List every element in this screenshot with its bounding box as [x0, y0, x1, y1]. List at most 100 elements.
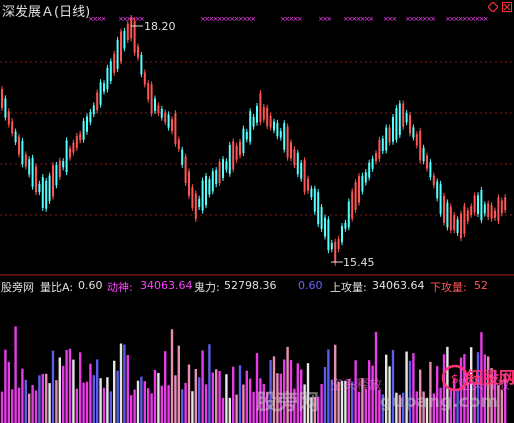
ghost-label: 鬼力: — [194, 281, 220, 294]
candle-body — [225, 161, 228, 170]
candle-body — [327, 219, 330, 251]
candle-body — [201, 180, 204, 211]
volume-bar — [65, 350, 68, 423]
candle-body — [205, 176, 207, 206]
volume-bar — [235, 394, 238, 423]
candle-body — [381, 138, 384, 152]
candle-body — [436, 181, 439, 199]
candle-body — [147, 83, 150, 100]
site-label: 股旁网 — [1, 281, 34, 294]
candle-body — [21, 140, 24, 165]
candle-body — [320, 207, 323, 229]
volume-bar — [150, 393, 153, 423]
candle-body — [160, 108, 163, 118]
volume-bar — [201, 350, 204, 423]
signal-mark: × — [326, 15, 332, 23]
candle-body — [177, 139, 180, 149]
chart-canvas[interactable]: ×××× ×××××× ××××××××××××× ××××× ××× ××××××× ××… — [0, 0, 514, 423]
volume-bar — [21, 368, 24, 423]
candle-body — [245, 131, 248, 140]
signal-mark: × — [297, 15, 303, 23]
volume-bar — [4, 349, 7, 423]
candle-body — [31, 157, 34, 187]
volume-bar — [198, 377, 201, 423]
volume-bar — [116, 370, 119, 423]
candle-body — [194, 193, 197, 219]
candle-body — [242, 128, 245, 153]
volume-bar — [191, 391, 194, 423]
candle-body — [494, 210, 496, 218]
volume-bar — [405, 351, 408, 423]
volume-bar — [28, 393, 31, 423]
volume-bar — [130, 395, 133, 423]
volume-bar — [113, 360, 116, 423]
candle-body — [378, 139, 381, 159]
candle-body — [330, 242, 333, 250]
candle-body — [283, 123, 286, 150]
watermark-cn: 股旁网 — [256, 390, 319, 414]
candle-body — [500, 200, 503, 214]
attack-down-value: 52 — [474, 279, 488, 292]
candle-body — [89, 111, 92, 123]
volume-bar — [364, 388, 367, 423]
candle-body — [259, 92, 262, 123]
volume-bar — [170, 329, 174, 423]
candle-body — [218, 161, 221, 183]
volume-bar — [160, 385, 163, 423]
volume-bar — [164, 351, 167, 423]
candle-body — [405, 112, 408, 123]
candle-body — [256, 105, 258, 123]
candle-body — [4, 98, 7, 118]
volume-bar — [194, 369, 197, 423]
chart-title: 深发展Ａ(日线) — [2, 5, 91, 20]
candle-body — [181, 149, 184, 165]
candle-body — [113, 53, 116, 73]
candle-body — [409, 115, 411, 134]
candle-body — [198, 198, 201, 208]
annotation-release-1: 空头释放 — [330, 378, 383, 393]
god-label: 动神: — [107, 281, 133, 294]
candle-body — [395, 108, 398, 140]
candle-body — [28, 159, 31, 175]
signal-mark: × — [483, 15, 489, 23]
diamond-icon[interactable] — [488, 2, 498, 12]
candle-body — [82, 120, 85, 140]
volume-bar — [109, 391, 112, 423]
volume-bar — [14, 326, 17, 423]
candle-body — [293, 149, 296, 166]
candle-body — [140, 54, 143, 75]
logo-text: 钮股网 — [467, 368, 514, 387]
candle-body — [62, 161, 65, 168]
candle-body — [276, 122, 279, 137]
candle-body — [116, 39, 119, 69]
volume-bar — [204, 384, 208, 423]
candle-body — [99, 82, 102, 105]
candle-body — [249, 111, 252, 142]
god-value: 34063.64 — [140, 279, 193, 292]
close-icon[interactable] — [502, 2, 512, 12]
candle-body — [228, 145, 231, 174]
volume-bar — [208, 344, 211, 423]
candle-body — [412, 127, 415, 138]
candle-body — [143, 72, 146, 85]
candle-body — [300, 162, 303, 179]
candle-body — [426, 155, 428, 169]
candle-body — [92, 105, 95, 115]
candle-body — [35, 166, 37, 193]
candle-body — [307, 178, 309, 191]
candle-body — [358, 176, 360, 203]
candle-body — [439, 183, 442, 214]
volume-bar — [140, 376, 143, 423]
candle-body — [385, 127, 388, 151]
candle-body — [490, 205, 493, 219]
candle-body — [69, 148, 71, 158]
candle-body — [222, 159, 224, 178]
candle-body — [1, 89, 3, 109]
volume-bar — [221, 397, 225, 423]
candle-body — [487, 203, 490, 218]
candle-body — [137, 46, 139, 58]
volume-bar — [92, 375, 95, 423]
candle-body — [354, 182, 357, 210]
candle-body — [174, 113, 177, 144]
volume-bar — [238, 365, 242, 423]
